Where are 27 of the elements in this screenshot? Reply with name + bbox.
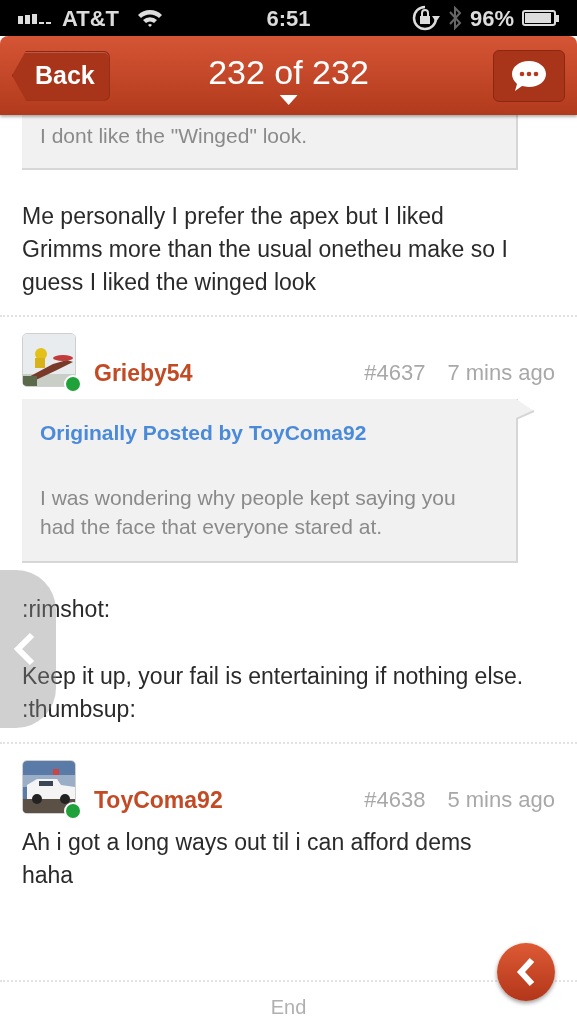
wifi-icon <box>137 8 164 28</box>
post-text: Keep it up, your fail is entertaining if nothing else. :thumbsup: <box>22 662 525 724</box>
chevron-left-icon <box>515 957 537 987</box>
scroll-back-button[interactable] <box>497 943 555 1001</box>
chat-button[interactable] <box>493 49 565 102</box>
page-title[interactable]: 232 of 232 <box>208 52 369 92</box>
chevron-left-icon <box>12 632 36 666</box>
post-time: 5 mins ago <box>447 786 555 814</box>
carrier-name: AT&T <box>62 4 120 33</box>
post-text: Me personally I prefer the apex but I liked Grimms more than the usual onetheu make so I guess I liked the winged look <box>22 202 509 297</box>
post-text: Ah i got a long ways out til i can afford dems haha <box>22 828 473 890</box>
speech-bubble-icon <box>510 58 548 93</box>
bluetooth-icon <box>447 5 462 31</box>
quote-text: I dont like the "Winged" look. <box>40 123 309 149</box>
signal-icon <box>18 12 54 24</box>
dropdown-icon <box>279 95 298 105</box>
end-label: End <box>270 995 307 1020</box>
post-time: 7 mins ago <box>447 359 555 387</box>
battery-icon <box>522 10 559 26</box>
post-text: :rimshot: <box>22 595 112 624</box>
author-name[interactable]: Grieby54 <box>94 359 193 387</box>
quote-text: I was wondering why people kept saying you had the face that everyone stared at. <box>40 485 457 540</box>
back-button[interactable]: Back <box>12 50 110 101</box>
author-name[interactable]: ToyComa92 <box>94 786 223 814</box>
battery-percent: 96% <box>469 4 514 33</box>
quote-heading: Originally Posted by ToyComa92 <box>40 420 368 446</box>
clock-time: 6:51 <box>266 4 311 33</box>
